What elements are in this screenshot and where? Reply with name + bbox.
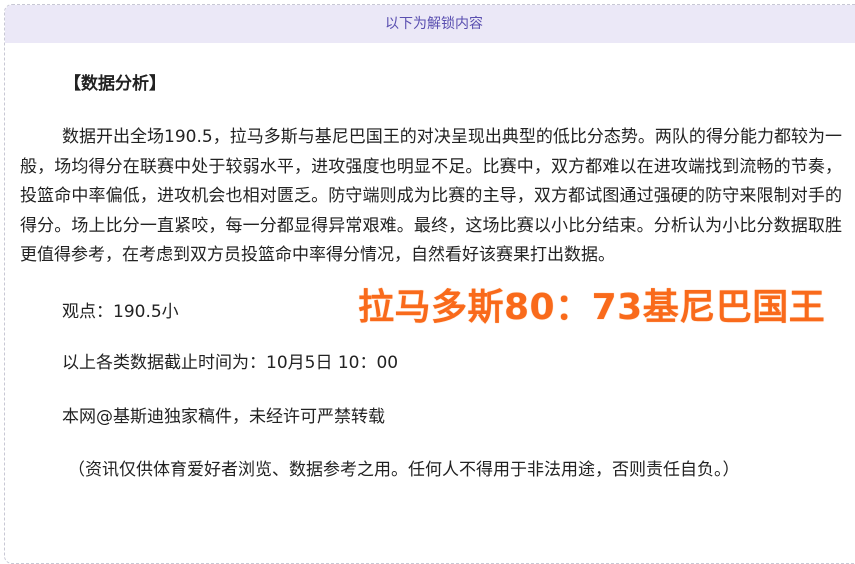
copyright-line: 本网@基斯迪独家稿件，未经许可严禁转载: [62, 406, 385, 427]
section-title: 【数据分析】: [64, 74, 166, 94]
article-body: 【数据分析】 数据开出全场190.5，拉马多斯与基尼巴国王的对决呈现出典型的低比…: [5, 71, 855, 483]
score-overlay: 拉马多斯80：73基尼巴国王: [358, 287, 826, 328]
data-cutoff-line: 以上各类数据截止时间为：10月5日 10：00: [62, 352, 399, 373]
disclaimer-line: （资讯仅供体育爱好者浏览、数据参考之用。任何人不得用于非法用途，否则责任自负。）: [68, 459, 740, 480]
analysis-paragraph: 数据开出全场190.5，拉马多斯与基尼巴国王的对决呈现出典型的低比分态势。两队的…: [20, 127, 842, 265]
unlock-banner: 以下为解锁内容: [5, 5, 855, 43]
